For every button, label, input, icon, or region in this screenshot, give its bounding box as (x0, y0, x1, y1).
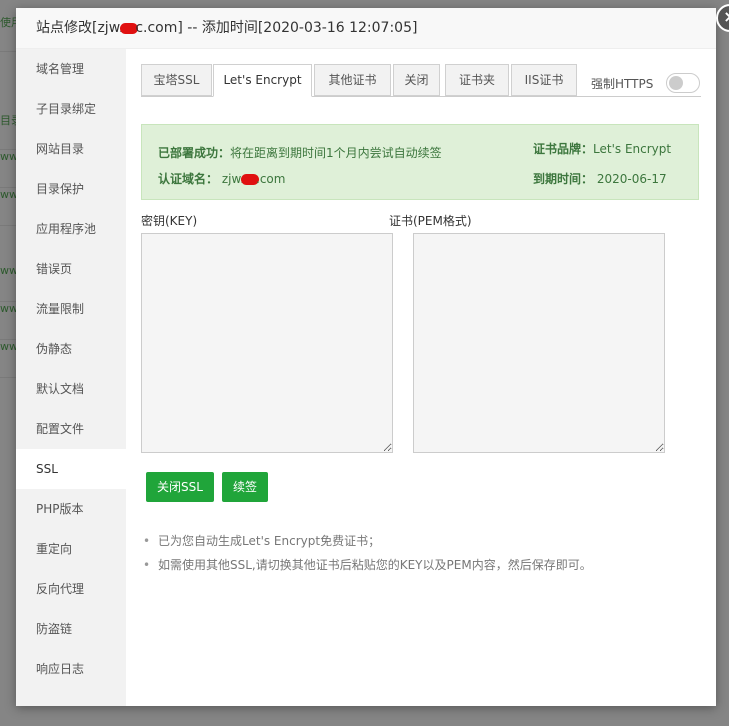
note-item: 已为您自动生成Let's Encrypt免费证书； (141, 529, 701, 553)
tab-bt-ssl[interactable]: 宝塔SSL (141, 64, 212, 96)
background-row: ww (0, 302, 16, 340)
toggle-knob (669, 76, 683, 90)
sidebar-item-app-pool[interactable]: 应用程序池 (16, 209, 126, 249)
cert-brand: 证书品牌：Let's Encrypt (533, 140, 671, 157)
tab-cert-folder[interactable]: 证书夹 (445, 64, 509, 96)
cert-expiry: 到期时间： 2020-06-17 (533, 170, 667, 187)
domain-suffix: .com (256, 172, 286, 186)
sidebar-item-reverse-proxy[interactable]: 反向代理 (16, 569, 126, 609)
tab-iis-cert[interactable]: IIS证书 (511, 64, 577, 96)
sidebar-item-rewrite[interactable]: 伪静态 (16, 329, 126, 369)
force-https-toggle[interactable] (666, 73, 700, 93)
cert-domain: 认证域名： zjw. .com (158, 170, 285, 187)
dialog-title-suffix: c.com] -- 添加时间[2020-03-16 12:07:05] (135, 20, 418, 36)
key-textarea[interactable] (141, 233, 393, 453)
force-https-label: 强制HTTPS (591, 77, 654, 91)
site-edit-dialog: 站点修改[zjw. c.com] -- 添加时间[2020-03-16 12:07… (16, 4, 729, 706)
sidebar-nav: 域名管理 子目录绑定 网站目录 目录保护 应用程序池 错误页 流量限制 伪静态 … (16, 49, 126, 706)
domain-label: 认证域名： (158, 172, 219, 186)
background-row: ww (0, 150, 16, 188)
sidebar-item-default-doc[interactable]: 默认文档 (16, 369, 126, 409)
cert-textarea[interactable] (413, 233, 665, 453)
note-item: 如需使用其他SSL,请切换其他证书后粘贴您的KEY以及PEM内容，然后保存即可。 (141, 553, 701, 577)
sidebar-item-traffic-limit[interactable]: 流量限制 (16, 289, 126, 329)
dialog-title-prefix: 站点修改[zjw. (36, 20, 124, 36)
sidebar-item-response-log[interactable]: 响应日志 (16, 649, 126, 689)
background-row: ww (0, 340, 16, 378)
ssl-status-box: 已部署成功：将在距离到期时间1个月内尝试自动续签 认证域名： zjw. .com … (141, 124, 699, 200)
tab-lets-encrypt[interactable]: Let's Encrypt (213, 64, 312, 97)
brand-value: Let's Encrypt (593, 142, 672, 156)
key-label: 密钥(KEY) (141, 214, 198, 228)
close-ssl-button[interactable]: 关闭SSL (146, 472, 214, 502)
tab-close[interactable]: 关闭 (393, 64, 440, 96)
background-row: 目录 (0, 112, 16, 150)
sidebar-item-php-version[interactable]: PHP版本 (16, 489, 126, 529)
sidebar-item-dir-protect[interactable]: 目录保护 (16, 169, 126, 209)
deployed-status: 已部署成功：将在距离到期时间1个月内尝试自动续签 (158, 144, 442, 161)
help-notes: 已为您自动生成Let's Encrypt免费证书； 如需使用其他SSL,请切换其… (141, 529, 701, 577)
brand-label: 证书品牌： (533, 142, 594, 156)
tab-other-cert[interactable]: 其他证书 (314, 64, 391, 96)
cert-label: 证书(PEM格式) (389, 214, 472, 228)
sidebar-item-ssl[interactable]: SSL (16, 449, 126, 489)
sidebar-item-hotlink[interactable]: 防盗链 (16, 609, 126, 649)
expiry-value: 2020-06-17 (596, 172, 667, 186)
background-row: 使用 (0, 14, 16, 52)
background-row: ww (0, 188, 16, 226)
sidebar-item-error-page[interactable]: 错误页 (16, 249, 126, 289)
sidebar-item-domain[interactable]: 域名管理 (16, 49, 126, 89)
expiry-label: 到期时间： (533, 172, 594, 186)
sidebar-item-redirect[interactable]: 重定向 (16, 529, 126, 569)
sidebar-item-subdir-binding[interactable]: 子目录绑定 (16, 89, 126, 129)
sidebar-item-site-dir[interactable]: 网站目录 (16, 129, 126, 169)
deployed-label: 已部署成功： (158, 146, 231, 160)
sidebar-item-config-file[interactable]: 配置文件 (16, 409, 126, 449)
deployed-text: 将在距离到期时间1个月内尝试自动续签 (230, 146, 442, 160)
dialog-title: 站点修改[zjw. c.com] -- 添加时间[2020-03-16 12:07… (16, 8, 716, 49)
background-row: ww (0, 264, 16, 302)
ssl-panel: 宝塔SSL Let's Encrypt 其他证书 关闭 证书夹 IIS证书 强制… (141, 49, 701, 706)
renew-button[interactable]: 续签 (222, 472, 269, 502)
